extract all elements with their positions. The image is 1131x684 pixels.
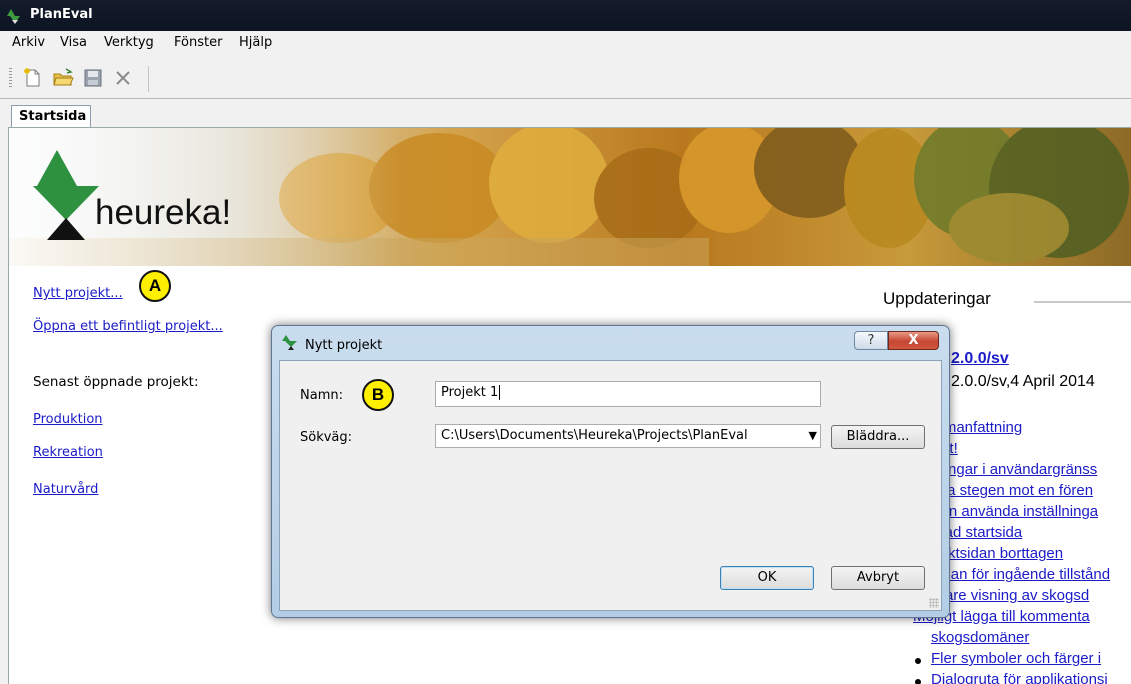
close-icon[interactable]	[112, 67, 134, 89]
open-project-link[interactable]: Öppna ett befintligt projekt...	[33, 319, 223, 334]
logo-text: heureka!	[95, 193, 231, 232]
toolbar-grip[interactable]	[9, 68, 12, 88]
dialog-close-button[interactable]: X	[888, 331, 939, 350]
save-icon[interactable]	[82, 67, 104, 89]
menu-fonster[interactable]: Fönster	[174, 35, 222, 50]
recent-project-rekreation[interactable]: Rekreation	[33, 445, 103, 460]
menu-bar: Arkiv Visa Verktyg Fönster Hjälp	[0, 31, 1131, 57]
bullet-marker	[915, 658, 921, 664]
recent-projects-heading: Senast öppnade projekt:	[33, 374, 199, 390]
new-project-dialog: Nytt projekt ? X Namn: Projekt 1 Sökväg:…	[271, 325, 950, 618]
updates-divider	[1034, 301, 1131, 303]
callout-a-badge: A	[139, 270, 171, 302]
heureka-app-icon	[7, 9, 20, 24]
callout-b-badge: B	[362, 379, 394, 411]
new-project-link[interactable]: Nytt projekt...	[33, 286, 123, 301]
recent-project-naturvard[interactable]: Naturvård	[33, 482, 98, 497]
name-label: Namn:	[300, 388, 343, 403]
update-link-11[interactable]: skogsdomäner	[931, 629, 1029, 646]
menu-verktyg[interactable]: Verktyg	[104, 35, 154, 50]
version-link[interactable]: 2.0.0/sv	[951, 350, 1009, 368]
bullet-marker	[915, 679, 921, 684]
update-bullet-1[interactable]: Fler symboler och färger i	[931, 650, 1101, 667]
help-button[interactable]: ?	[854, 331, 888, 350]
browse-button[interactable]: Bläddra...	[831, 425, 925, 449]
resize-grip[interactable]	[929, 598, 939, 608]
path-value: C:\Users\Documents\Heureka\Projects\Plan…	[441, 428, 748, 443]
path-combobox[interactable]: C:\Users\Documents\Heureka\Projects\Plan…	[435, 424, 821, 448]
banner-forest-image: heureka!	[9, 128, 1131, 266]
recent-project-produktion[interactable]: Produktion	[33, 412, 103, 427]
menu-arkiv[interactable]: Arkiv	[12, 35, 45, 50]
ok-button[interactable]: OK	[720, 566, 814, 590]
tab-strip: Startsida	[0, 99, 1131, 128]
toolbar	[0, 57, 1131, 99]
update-bullet-2[interactable]: Dialogruta för applikationsi	[931, 671, 1108, 684]
updates-heading: Uppdateringar	[883, 289, 991, 308]
dialog-title: Nytt projekt	[305, 338, 383, 353]
tab-startsida[interactable]: Startsida	[11, 105, 91, 128]
chevron-down-icon[interactable]: ▼	[809, 429, 817, 442]
project-name-value: Projekt 1	[441, 385, 499, 400]
menu-visa[interactable]: Visa	[60, 35, 87, 50]
toolbar-separator	[148, 66, 149, 92]
banner: heureka!	[9, 128, 1131, 266]
menu-hjalp[interactable]: Hjälp	[239, 35, 272, 50]
cancel-button[interactable]: Avbryt	[831, 566, 925, 590]
path-label: Sökväg:	[300, 430, 353, 445]
window-title: PlanEval	[30, 7, 93, 22]
heureka-app-icon	[282, 335, 297, 350]
open-folder-icon[interactable]	[52, 67, 74, 89]
new-file-icon[interactable]	[22, 67, 44, 89]
content-left-border	[0, 127, 8, 684]
title-bar: PlanEval	[0, 0, 1131, 31]
version-date: 2.0.0/sv,4 April 2014	[951, 373, 1095, 390]
project-name-input[interactable]: Projekt 1	[435, 381, 821, 407]
